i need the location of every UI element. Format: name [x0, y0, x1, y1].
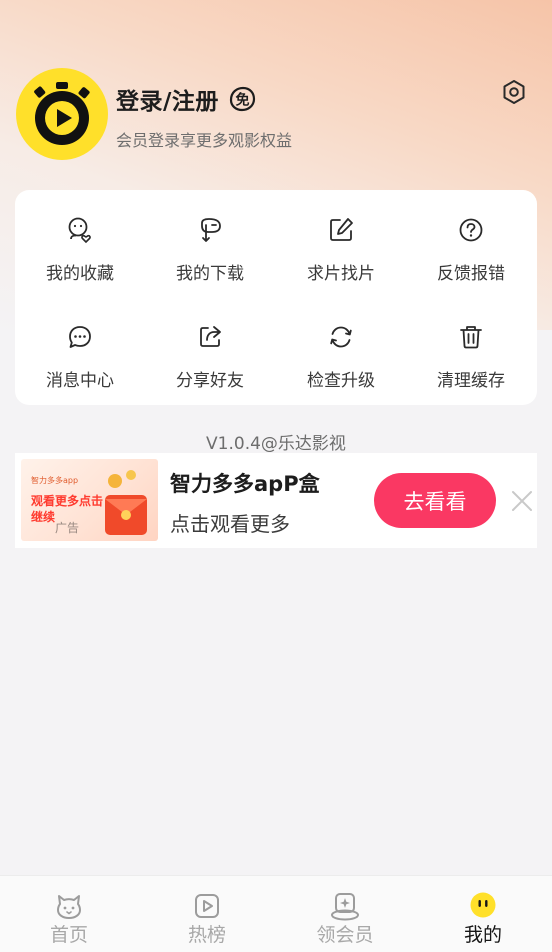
menu-item-label: 我的下载 — [176, 264, 244, 284]
menu-item-label: 消息中心 — [46, 371, 114, 391]
ad-tag: 广告 — [55, 521, 80, 535]
share-icon — [200, 326, 221, 347]
menu-item-messages[interactable]: 消息中心 — [15, 322, 145, 412]
tab-home[interactable]: 首页 — [0, 876, 138, 952]
download-icon — [201, 218, 221, 242]
menu-item-label: 我的收藏 — [46, 264, 114, 284]
refresh-icon — [330, 326, 352, 348]
ad-image-brand: 智力多多app — [31, 476, 79, 485]
ad-title: 智力多多apP盒 — [170, 472, 320, 496]
feature-grid: 我的收藏 我的下载 求片找片 反馈报错 消息中心 分享好友 检查升级 清理缓存 — [15, 190, 537, 405]
red-envelope-icon — [105, 470, 147, 535]
stopwatch-play-icon — [34, 82, 90, 145]
help-question-icon — [459, 218, 483, 242]
profile-section: 登录/注册 免 会员登录享更多观影权益 — [16, 68, 536, 160]
tab-label: 首页 — [49, 924, 88, 946]
bottom-tab-bar: 首页 热榜 领会员 我的 — [0, 875, 552, 952]
edit-request-icon — [330, 218, 353, 241]
svg-text:免: 免 — [235, 92, 249, 109]
tab-vip[interactable]: 领会员 — [276, 876, 414, 952]
menu-item-label: 分享好友 — [176, 371, 244, 391]
tab-label: 领会员 — [316, 924, 374, 946]
message-icon — [69, 326, 91, 348]
menu-item-clear-cache[interactable]: 清理缓存 — [406, 322, 536, 412]
version-text: V1.0.4@乐达影视 — [206, 434, 346, 454]
menu-item-label: 清理缓存 — [437, 371, 505, 391]
profile-face-icon — [470, 892, 496, 918]
login-row[interactable]: 登录/注册 免 — [116, 82, 257, 116]
menu-item-label: 检查升级 — [307, 371, 375, 391]
ad-cta-button[interactable]: 去看看 — [374, 473, 496, 528]
close-icon[interactable] — [510, 489, 534, 513]
play-chart-icon — [195, 894, 219, 918]
tab-label: 我的 — [463, 924, 502, 946]
menu-item-request[interactable]: 求片找片 — [276, 215, 406, 305]
login-register-link[interactable]: 登录/注册 — [116, 82, 219, 116]
favorite-user-icon — [68, 217, 91, 244]
settings-hexagon-icon[interactable] — [500, 78, 528, 106]
menu-item-update[interactable]: 检查升级 — [276, 322, 406, 412]
ad-image[interactable]: 智力多多app 观看更多点击继续 广告 — [21, 459, 158, 541]
login-subtitle: 会员登录享更多观影权益 — [116, 131, 293, 150]
vip-gift-icon — [331, 893, 359, 921]
free-badge-icon: 免 — [229, 86, 256, 112]
tab-label: 热榜 — [187, 924, 226, 946]
ad-description: 点击观看更多 — [170, 512, 290, 536]
avatar[interactable] — [16, 68, 108, 160]
ad-banner[interactable]: 智力多多app 观看更多点击继续 广告 智力多多apP盒 点击观看更多 去看看 — [15, 453, 537, 548]
menu-item-label: 求片找片 — [307, 264, 375, 284]
home-cat-icon — [57, 895, 81, 919]
menu-item-label: 反馈报错 — [437, 264, 505, 284]
menu-item-feedback[interactable]: 反馈报错 — [406, 215, 536, 305]
menu-item-downloads[interactable]: 我的下载 — [145, 215, 275, 305]
trash-icon — [460, 326, 482, 349]
tab-mine[interactable]: 我的 — [414, 876, 552, 952]
tab-hot[interactable]: 热榜 — [138, 876, 276, 952]
menu-item-favorites[interactable]: 我的收藏 — [15, 215, 145, 305]
menu-item-share[interactable]: 分享好友 — [145, 322, 275, 412]
